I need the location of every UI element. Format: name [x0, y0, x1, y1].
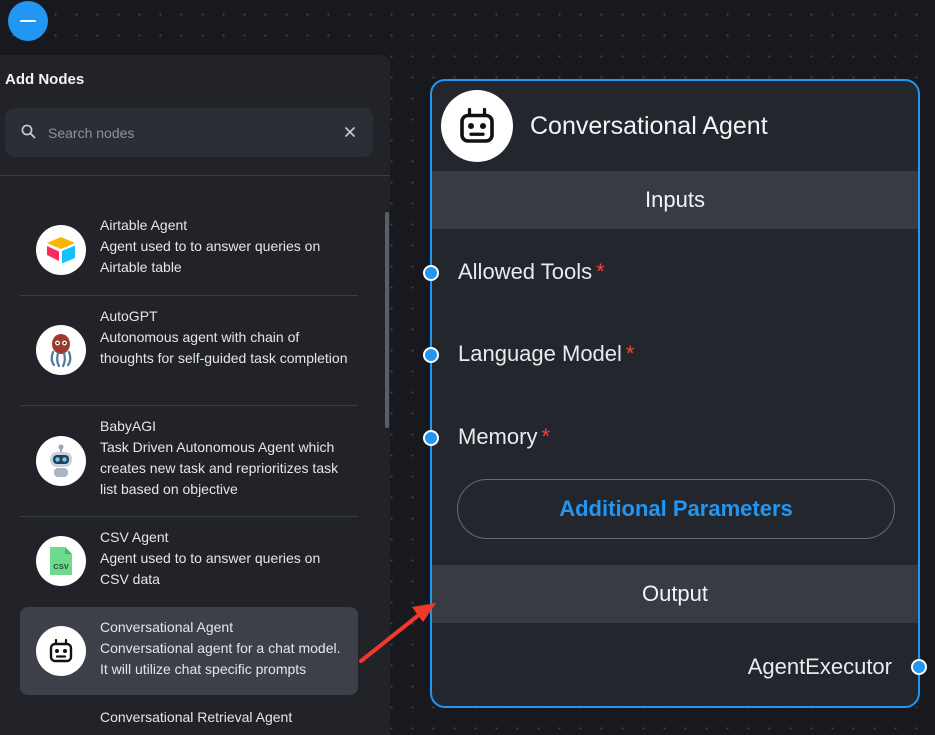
language-model-input-handle[interactable]	[423, 347, 439, 363]
autogpt-logo-icon	[36, 325, 86, 375]
param-label: Memory	[458, 424, 538, 449]
node-list-item-conversational-agent[interactable]: Conversational Agent Conversational agen…	[20, 607, 358, 695]
item-name: CSV Agent	[100, 529, 169, 545]
item-name: Airtable Agent	[100, 217, 188, 233]
param-language-model: Language Model *	[458, 341, 634, 367]
node-list-item-airtable-agent[interactable]: Airtable Agent Agent used to to answer q…	[20, 205, 358, 296]
param-label: Allowed Tools	[458, 259, 593, 284]
required-marker: *	[541, 424, 551, 449]
robot-icon	[36, 626, 86, 676]
additional-parameters-button[interactable]: Additional Parameters	[457, 479, 895, 539]
csv-file-icon: CSV	[36, 536, 86, 586]
airtable-logo-icon	[36, 225, 86, 275]
inputs-section-header: Inputs	[432, 171, 918, 229]
item-name: Conversational Retrieval Agent	[100, 709, 293, 725]
search-box	[5, 108, 373, 157]
item-description: Autonomous agent with chain of thoughts …	[100, 329, 348, 366]
agent-executor-output-handle[interactable]	[911, 659, 927, 675]
item-name: AutoGPT	[100, 308, 158, 324]
param-memory: Memory *	[458, 424, 550, 450]
node-list-item-autogpt[interactable]: AutoGPT Autonomous agent with chain of t…	[20, 296, 358, 406]
param-allowed-tools: Allowed Tools *	[458, 259, 605, 285]
memory-input-handle[interactable]	[423, 430, 439, 446]
required-marker: *	[596, 259, 605, 284]
item-description: Conversational agent for a chat model. I…	[100, 640, 341, 677]
item-description: Agent used to to answer queries on Airta…	[100, 238, 321, 275]
panel-scrollbar[interactable]	[385, 212, 389, 428]
search-icon	[21, 124, 36, 139]
minus-icon	[20, 20, 36, 22]
node-list-item-babyagi[interactable]: BabyAGI Task Driven Autonomous Agent whi…	[20, 406, 358, 517]
required-marker: *	[625, 341, 635, 366]
robot-icon	[441, 90, 513, 162]
param-label: Language Model	[458, 341, 622, 366]
add-nodes-panel: Add Nodes Airtable Agent Agent used to t…	[0, 55, 390, 735]
conversational-agent-node[interactable]: Conversational Agent Inputs Allowed Tool…	[423, 79, 927, 708]
item-description: Agent used to to answer queries on CSV d…	[100, 550, 321, 587]
node-title: Conversational Agent	[530, 112, 768, 140]
node-list-item-csv-agent[interactable]: CSV CSV Agent Agent used to to answer qu…	[20, 517, 358, 604]
item-name: BabyAGI	[100, 418, 157, 434]
svg-text:CSV: CSV	[53, 562, 68, 571]
allowed-tools-input-handle[interactable]	[423, 265, 439, 281]
collapse-button[interactable]	[8, 1, 48, 41]
babyagi-robot-icon	[36, 436, 86, 486]
item-name: Conversational Agent	[100, 619, 234, 635]
output-agent-executor: AgentExecutor	[747, 654, 892, 679]
search-input[interactable]	[48, 122, 328, 144]
node-list-item-conversational-retrieval-agent[interactable]: Conversational Retrieval Agent	[20, 697, 358, 735]
panel-title: Add Nodes	[5, 71, 85, 88]
close-icon[interactable]	[343, 125, 357, 139]
output-section-header: Output	[432, 565, 918, 623]
panel-divider	[0, 175, 390, 176]
item-description: Task Driven Autonomous Agent which creat…	[100, 439, 339, 497]
